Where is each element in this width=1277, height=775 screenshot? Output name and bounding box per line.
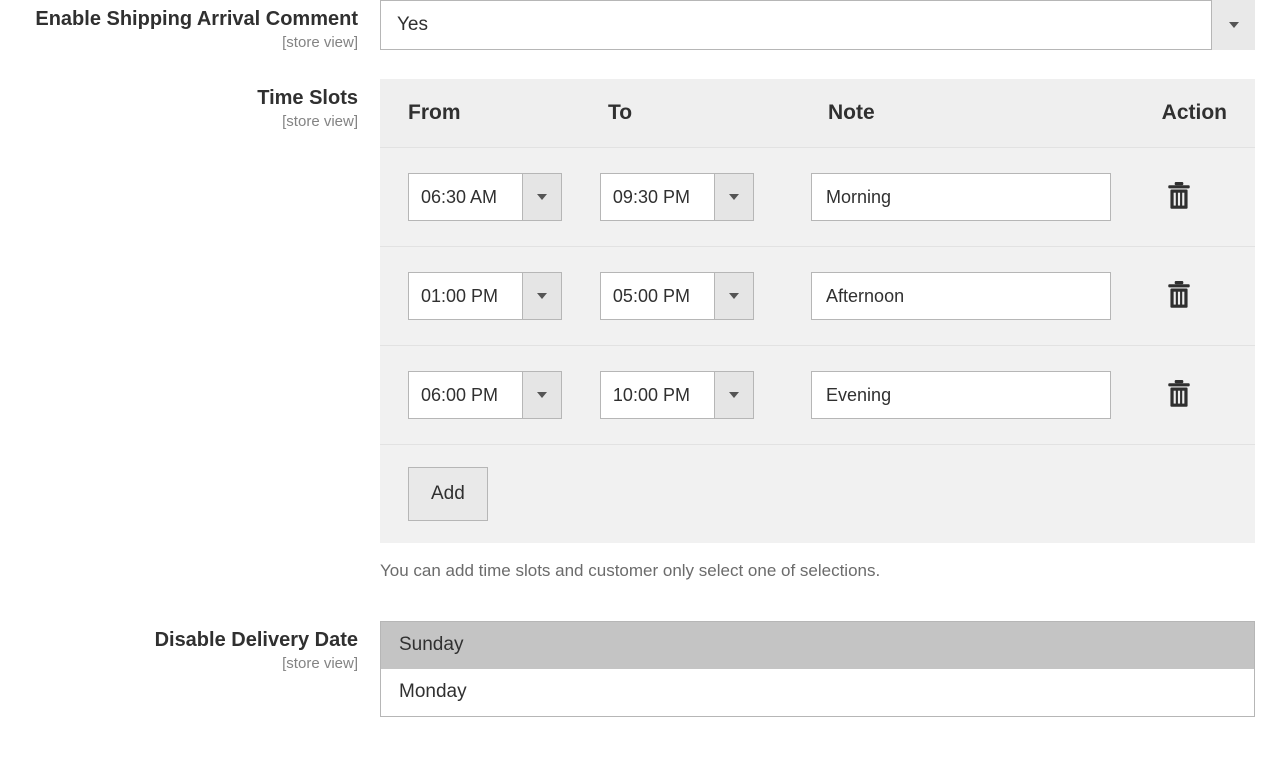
- from-time-picker[interactable]: 06:30 AM: [408, 173, 562, 221]
- col-note-header: Note: [828, 101, 1127, 125]
- field-disable-delivery-date: Disable Delivery Date [store view] Sunda…: [20, 621, 1257, 717]
- add-row: Add: [380, 445, 1255, 543]
- chevron-down-icon: [522, 272, 562, 320]
- field-enable-shipping-comment: Enable Shipping Arrival Comment [store v…: [20, 0, 1257, 51]
- time-slot-row: 06:00 PM 10:00 PM: [380, 346, 1255, 445]
- to-time-value: 09:30 PM: [600, 173, 714, 221]
- delete-row-button[interactable]: [1162, 178, 1196, 216]
- disable-date-label: Disable Delivery Date: [20, 627, 358, 653]
- to-time-picker[interactable]: 09:30 PM: [600, 173, 754, 221]
- scope-hint: [store view]: [20, 655, 358, 672]
- time-slot-row: 06:30 AM 09:30 PM: [380, 148, 1255, 247]
- to-time-value: 05:00 PM: [600, 272, 714, 320]
- disable-date-multiselect[interactable]: Sunday Monday: [380, 621, 1255, 717]
- label-col: Time Slots [store view]: [20, 79, 380, 130]
- chevron-down-icon: [714, 173, 754, 221]
- col-to-header: To: [608, 101, 828, 125]
- time-slots-table: From To Note Action 06:30 AM: [380, 79, 1255, 543]
- delete-row-button[interactable]: [1162, 376, 1196, 414]
- label-col: Disable Delivery Date [store view]: [20, 621, 380, 672]
- note-input[interactable]: [811, 371, 1111, 419]
- from-time-picker[interactable]: 01:00 PM: [408, 272, 562, 320]
- to-time-picker[interactable]: 10:00 PM: [600, 371, 754, 419]
- note-input[interactable]: [811, 272, 1111, 320]
- time-slot-row: 01:00 PM 05:00 PM: [380, 247, 1255, 346]
- time-slots-help: You can add time slots and customer only…: [380, 561, 1255, 581]
- from-time-picker[interactable]: 06:00 PM: [408, 371, 562, 419]
- chevron-down-icon: [522, 371, 562, 419]
- to-time-picker[interactable]: 05:00 PM: [600, 272, 754, 320]
- trash-icon: [1166, 182, 1192, 212]
- scope-hint: [store view]: [20, 34, 358, 51]
- chevron-down-icon: [714, 272, 754, 320]
- enable-comment-label: Enable Shipping Arrival Comment: [20, 6, 358, 32]
- col-from-header: From: [408, 101, 608, 125]
- col-action-header: Action: [1127, 101, 1227, 125]
- from-time-value: 06:30 AM: [408, 173, 522, 221]
- trash-icon: [1166, 380, 1192, 410]
- enable-comment-value: Yes: [380, 0, 1255, 50]
- from-time-value: 06:00 PM: [408, 371, 522, 419]
- chevron-down-icon: [714, 371, 754, 419]
- scope-hint: [store view]: [20, 113, 358, 130]
- enable-comment-select[interactable]: Yes: [380, 0, 1255, 50]
- to-time-value: 10:00 PM: [600, 371, 714, 419]
- time-slots-header: From To Note Action: [380, 79, 1255, 148]
- trash-icon: [1166, 281, 1192, 311]
- multiselect-option[interactable]: Monday: [381, 669, 1254, 716]
- from-time-value: 01:00 PM: [408, 272, 522, 320]
- label-col: Enable Shipping Arrival Comment [store v…: [20, 0, 380, 51]
- chevron-down-icon: [522, 173, 562, 221]
- field-time-slots: Time Slots [store view] From To Note Act…: [20, 79, 1257, 581]
- note-input[interactable]: [811, 173, 1111, 221]
- delete-row-button[interactable]: [1162, 277, 1196, 315]
- time-slots-label: Time Slots: [20, 85, 358, 111]
- multiselect-option[interactable]: Sunday: [381, 622, 1254, 669]
- add-slot-button[interactable]: Add: [408, 467, 488, 521]
